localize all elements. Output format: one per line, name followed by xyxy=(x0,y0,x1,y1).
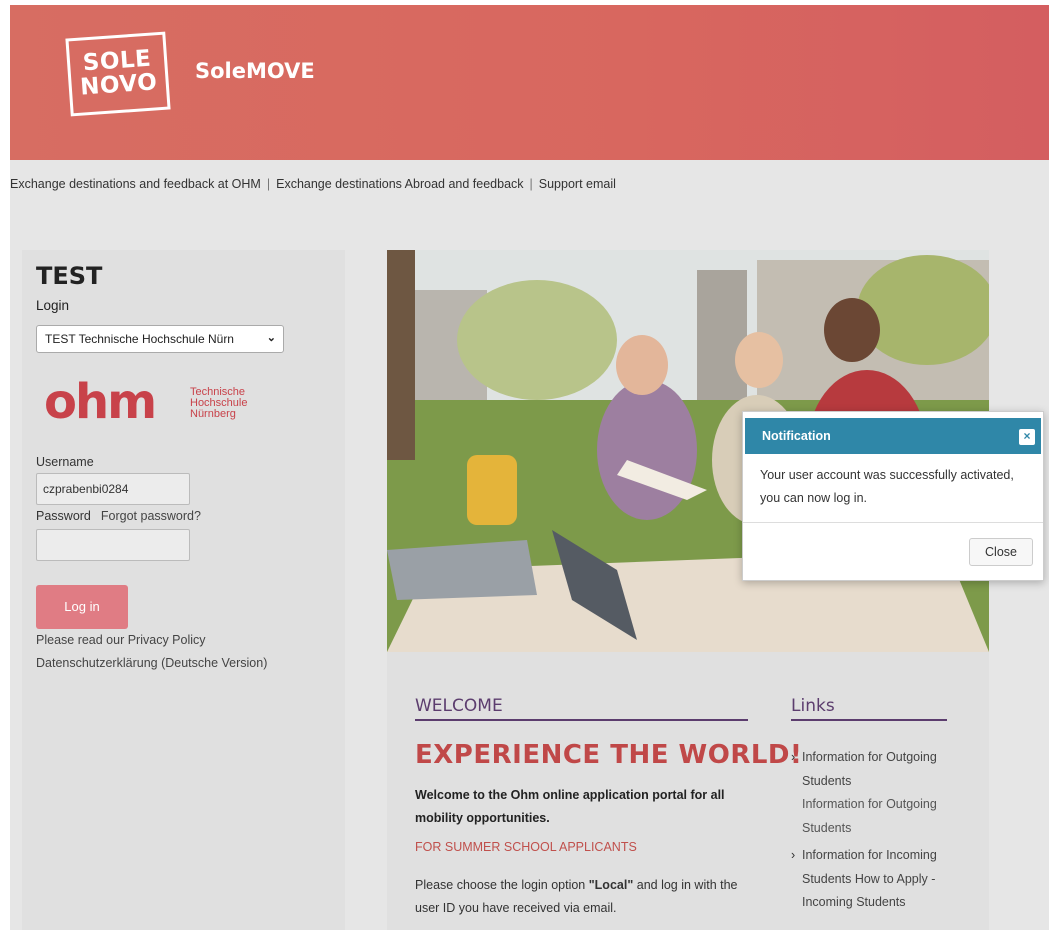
chevron-down-icon: ⌄ xyxy=(266,332,276,344)
forgot-password-link[interactable]: Forgot password? xyxy=(101,509,201,523)
institution-select-value: TEST Technische Hochschule Nürn xyxy=(45,332,234,346)
login-instructions: Please choose the login option "Local" a… xyxy=(415,874,765,920)
username-label: Username xyxy=(36,455,94,469)
privacy-policy-link[interactable]: Please read our Privacy Policy xyxy=(36,629,331,652)
links-list: › Information for Outgoing Students Info… xyxy=(791,746,961,915)
notification-title: Notification xyxy=(762,429,831,443)
logo-line-2: NOVO xyxy=(79,69,159,101)
privacy-policy-de-link[interactable]: Datenschutzerklärung (Deutsche Version) xyxy=(36,652,331,675)
ohm-logo: ohm Technische Hochschule Nürnberg xyxy=(36,377,331,437)
notification-dialog: Notification × Your user account was suc… xyxy=(742,411,1044,581)
link-outgoing-main[interactable]: Information for Outgoing Students xyxy=(802,746,961,793)
nav-link-abroad-destinations[interactable]: Exchange destinations Abroad and feedbac… xyxy=(276,177,523,191)
link-incoming[interactable]: Information for Incoming Students How to… xyxy=(802,844,961,915)
password-label: Password xyxy=(36,509,91,523)
ohm-logo-word: ohm xyxy=(44,374,157,430)
login-label: Login xyxy=(36,298,70,313)
close-icon[interactable]: × xyxy=(1019,429,1035,445)
link-outgoing-sub[interactable]: Information for Outgoing Students xyxy=(802,793,961,840)
summer-school-heading: FOR SUMMER SCHOOL APPLICANTS xyxy=(415,840,637,854)
list-item: › Information for Incoming Students How … xyxy=(791,844,961,915)
solenovo-logo[interactable]: SOLE NOVO xyxy=(65,31,171,117)
login-instructions-pre: Please choose the login option xyxy=(415,878,589,892)
divider xyxy=(743,522,1043,523)
nav-link-support-email[interactable]: Support email xyxy=(539,177,616,191)
chevron-right-icon: › xyxy=(791,848,796,862)
links-heading: Links xyxy=(791,696,947,721)
login-instructions-local: "Local" xyxy=(588,878,634,892)
nav-separator: | xyxy=(266,177,271,191)
sidebar-title: TEST xyxy=(36,262,103,290)
list-item: › Information for Outgoing Students Info… xyxy=(791,746,961,840)
password-row: Password Forgot password? xyxy=(36,509,331,523)
ohm-logo-subtitle: Technische Hochschule Nürnberg xyxy=(190,387,247,420)
content-panel: WELCOME EXPERIENCE THE WORLD! Welcome to… xyxy=(387,652,989,930)
login-button[interactable]: Log in xyxy=(36,585,128,629)
notification-message: Your user account was successfully activ… xyxy=(760,468,1014,505)
page-frame: SOLE NOVO SoleMOVE Exchange destinations… xyxy=(10,5,1049,930)
header-bar: SOLE NOVO SoleMOVE xyxy=(10,5,1049,160)
ohm-logo-line-3: Nürnberg xyxy=(190,408,236,420)
notification-header: Notification × xyxy=(745,418,1041,454)
app-name: SoleMOVE xyxy=(195,59,315,83)
top-navigation: Exchange destinations and feedback at OH… xyxy=(10,177,616,191)
welcome-text: Welcome to the Ohm online application po… xyxy=(415,788,725,825)
nav-separator: | xyxy=(529,177,533,191)
welcome-heading: WELCOME xyxy=(415,696,748,721)
close-button[interactable]: Close xyxy=(969,538,1033,566)
experience-heading: EXPERIENCE THE WORLD! xyxy=(415,740,803,770)
username-input[interactable]: czprabenbi0284 xyxy=(36,473,190,505)
nav-link-ohm-destinations[interactable]: Exchange destinations and feedback at OH… xyxy=(10,177,261,191)
institution-select[interactable]: TEST Technische Hochschule Nürn ⌄ xyxy=(36,325,284,353)
password-input[interactable] xyxy=(36,529,190,561)
login-sidebar: TEST Login TEST Technische Hochschule Nü… xyxy=(22,250,345,930)
chevron-right-icon: › xyxy=(791,750,796,764)
